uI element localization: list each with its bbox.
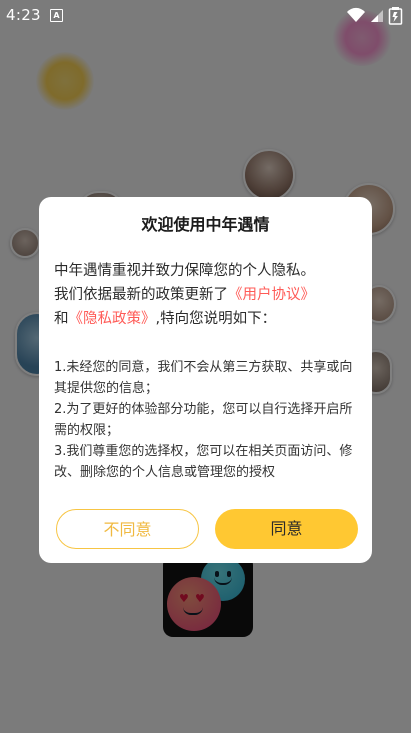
battery-icon — [388, 7, 403, 25]
dialog-intro: 中年遇情重视并致力保障您的个人隐私。 我们依据最新的政策更新了《用户协议》 和《… — [54, 259, 364, 331]
wifi-icon — [347, 7, 365, 22]
intro-line-3: 和《隐私政策》,特向您说明如下： — [54, 307, 364, 331]
user-agreement-link[interactable]: 《用户协议》 — [228, 287, 315, 303]
dialog-title: 欢迎使用中年遇情 — [141, 215, 270, 234]
intro-line-3-prefix: 和 — [54, 311, 69, 327]
agree-button[interactable]: 同意 — [215, 509, 358, 549]
policy-point: 1.未经您的同意，我们不会从第三方获取、共享或向其提供您的信息； — [54, 360, 353, 396]
intro-line-2: 我们依据最新的政策更新了《用户协议》 — [54, 283, 364, 307]
policy-point: 3.我们尊重您的选择权，您可以在相关页面访问、修改、删除您的个人信息或管理您的授… — [54, 444, 353, 480]
policy-point: 2.为了更好的体验部分功能，您可以自行选择开启所需的权限； — [54, 402, 353, 438]
intro-line-1: 中年遇情重视并致力保障您的个人隐私。 — [54, 263, 315, 279]
status-icons — [347, 7, 403, 25]
privacy-consent-dialog: 欢迎使用中年遇情 中年遇情重视并致力保障您的个人隐私。 我们依据最新的政策更新了… — [39, 197, 372, 563]
decline-button[interactable]: 不同意 — [56, 509, 199, 549]
signal-icon — [371, 10, 383, 22]
status-bar: 4:23 A — [0, 0, 411, 30]
status-time: 4:23 — [6, 6, 41, 24]
notification-a-icon: A — [50, 9, 63, 22]
intro-line-3-suffix: ,特向您说明如下： — [155, 311, 277, 327]
privacy-policy-link[interactable]: 《隐私政策》 — [69, 311, 156, 327]
intro-line-2-text: 我们依据最新的政策更新了 — [54, 287, 228, 303]
policy-points: 1.未经您的同意，我们不会从第三方获取、共享或向其提供您的信息； 2.为了更好的… — [54, 357, 359, 483]
